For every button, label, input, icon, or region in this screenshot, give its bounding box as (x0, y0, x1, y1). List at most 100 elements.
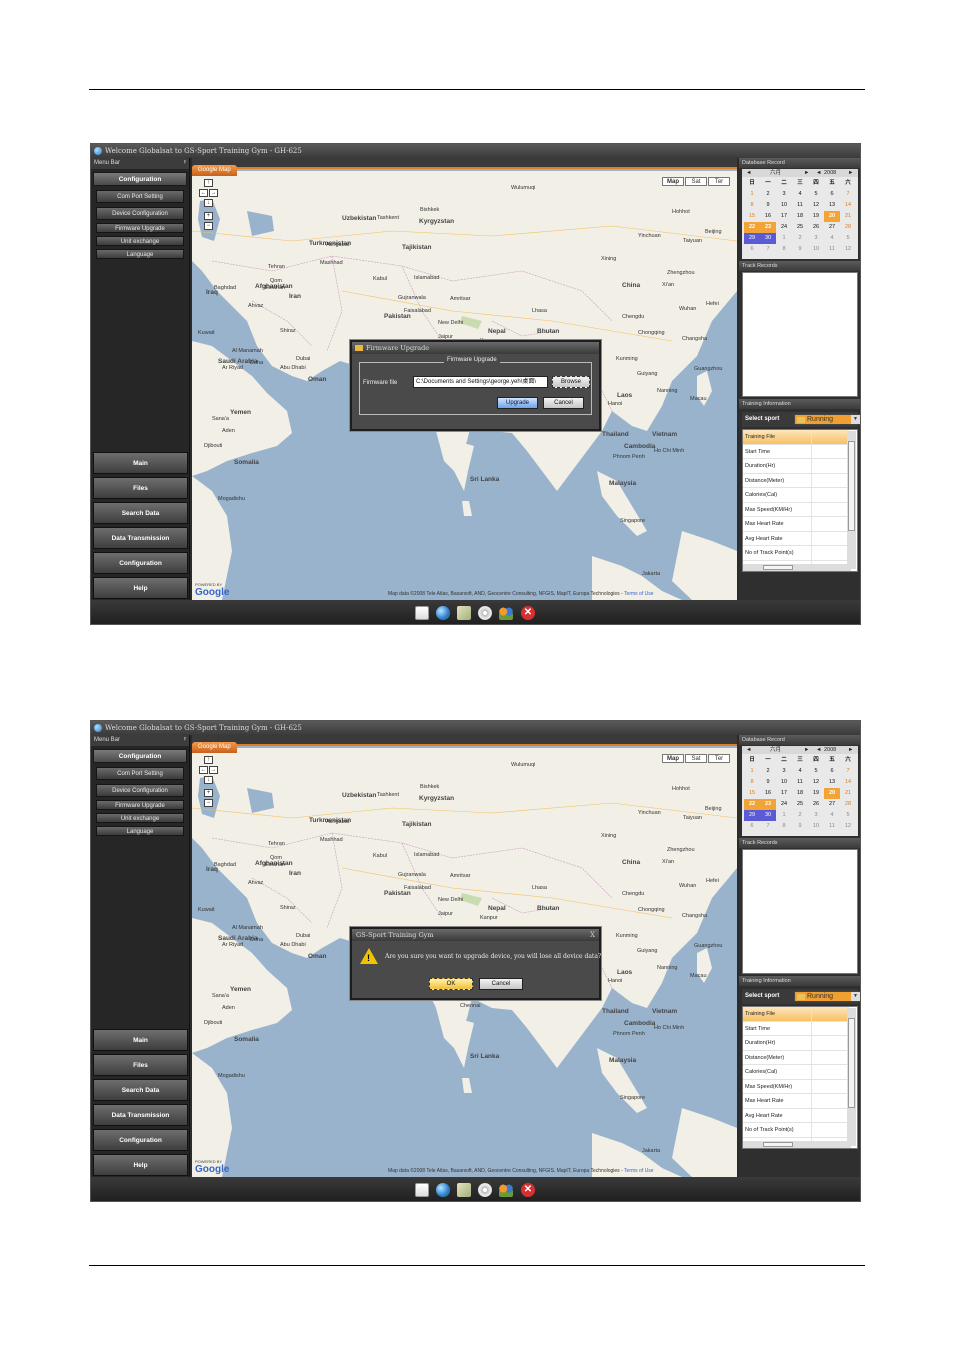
terms-of-use-link[interactable]: Terms of Use (624, 1168, 653, 1174)
calendar-day[interactable]: 12 (840, 244, 856, 255)
training-info-table[interactable]: Training File Start Time Duration(Hr) Di… (742, 1006, 858, 1149)
users-icon[interactable] (499, 1183, 513, 1197)
map-type-map-button[interactable]: Map (662, 754, 684, 763)
calendar-day[interactable]: 5 (808, 189, 824, 200)
terms-of-use-link[interactable]: Terms of Use (624, 591, 653, 597)
pin-icon[interactable]: ᵖ (184, 158, 186, 169)
calendar-day[interactable]: 25 (792, 222, 808, 233)
calendar-day[interactable]: 3 (808, 233, 824, 244)
table-row[interactable]: Calories(Cal) (743, 1065, 849, 1080)
calendar-day[interactable]: 9 (792, 244, 808, 255)
zoom-in-icon[interactable]: + (204, 789, 213, 797)
firmware-upgrade-button[interactable]: Firmware Upgrade (96, 223, 184, 233)
map-type-sat-button[interactable]: Sat (685, 754, 707, 763)
cancel-button[interactable]: Cancel (479, 978, 523, 990)
table-row[interactable]: Distance(Meter) (743, 1050, 849, 1065)
pan-down-icon[interactable]: ↓ (204, 199, 213, 207)
calendar-day[interactable]: 6 (824, 189, 840, 200)
track-records-list[interactable] (742, 272, 858, 397)
pan-up-icon[interactable]: ↑ (204, 179, 213, 187)
table-row[interactable]: Start Time (743, 444, 849, 459)
table-row[interactable]: Start Time (743, 1021, 849, 1036)
calendar-day[interactable]: 11 (792, 200, 808, 211)
calendar-day[interactable]: 21 (840, 788, 856, 799)
scroll-thumb[interactable] (763, 1142, 793, 1147)
calendar-day[interactable]: 5 (840, 810, 856, 821)
exit-icon[interactable]: ✕ (521, 606, 535, 620)
pan-right-icon[interactable]: → (209, 189, 218, 197)
calendar-day[interactable]: 18 (792, 211, 808, 222)
calendar-day[interactable]: 2 (760, 766, 776, 777)
calendar-day[interactable]: 12 (808, 200, 824, 211)
table-row[interactable]: Calories(Cal) (743, 488, 849, 503)
exit-icon[interactable]: ✕ (521, 1183, 535, 1197)
pan-left-icon[interactable]: ← (199, 766, 208, 774)
zoom-out-icon[interactable]: − (204, 222, 213, 230)
calendar-day[interactable]: 16 (760, 788, 776, 799)
pan-right-icon[interactable]: → (209, 766, 218, 774)
nav-main-button[interactable]: Main (93, 452, 188, 474)
calendar-day[interactable]: 6 (744, 244, 760, 255)
nav-data-transmission-button[interactable]: Data Transmission (93, 1104, 188, 1126)
table-row[interactable]: Avg Heart Rate (743, 1108, 849, 1123)
calendar-day[interactable]: 1 (776, 810, 792, 821)
calendar-day[interactable]: 18 (792, 788, 808, 799)
table-row[interactable]: Avg Heart Rate (743, 531, 849, 546)
calendar-day[interactable]: 15 (744, 788, 760, 799)
calendar-day[interactable]: 1 (776, 233, 792, 244)
vertical-scrollbar[interactable] (847, 431, 856, 569)
prev-month-icon[interactable]: ◄ (746, 169, 751, 177)
scroll-thumb[interactable] (763, 565, 793, 570)
calendar-day[interactable]: 11 (824, 244, 840, 255)
next-month-icon[interactable]: ► (804, 746, 809, 754)
nav-search-data-button[interactable]: Search Data (93, 502, 188, 524)
com-port-setting-button[interactable]: Com Port Setting (96, 190, 184, 203)
table-row[interactable]: Distance(Meter) (743, 473, 849, 488)
firmware-upgrade-button[interactable]: Firmware Upgrade (96, 800, 184, 810)
calendar-day[interactable]: 10 (776, 200, 792, 211)
prev-year-icon[interactable]: ◄ (816, 169, 821, 177)
calendar-day[interactable]: 30 (760, 810, 776, 821)
nav-configuration-button[interactable]: Configuration (93, 552, 188, 574)
calendar-day[interactable]: 9 (792, 821, 808, 832)
nav-help-button[interactable]: Help (93, 577, 188, 599)
scroll-thumb[interactable] (848, 441, 855, 531)
calendar-day[interactable]: 23 (760, 799, 776, 810)
training-info-table[interactable]: Training File Start Time Duration(Hr) Di… (742, 429, 858, 572)
calendar-day[interactable]: 10 (808, 244, 824, 255)
calendar-day[interactable]: 7 (840, 766, 856, 777)
calendar-day[interactable]: 26 (808, 222, 824, 233)
google-map-tab[interactable]: Google Map (192, 165, 237, 176)
zoom-in-icon[interactable]: + (204, 212, 213, 220)
calendar-day[interactable]: 6 (744, 821, 760, 832)
calendar-day[interactable]: 8 (744, 777, 760, 788)
nav-help-button[interactable]: Help (93, 1154, 188, 1176)
nav-files-button[interactable]: Files (93, 1054, 188, 1076)
calendar-day[interactable]: 14 (840, 777, 856, 788)
calendar-day[interactable]: 6 (824, 766, 840, 777)
calendar-day[interactable]: 7 (760, 821, 776, 832)
users-icon[interactable] (499, 606, 513, 620)
calendar-day[interactable]: 4 (792, 766, 808, 777)
device-configuration-button[interactable]: Device Configuration (96, 207, 184, 220)
calendar-day[interactable]: 8 (776, 244, 792, 255)
new-file-icon[interactable] (415, 606, 429, 620)
calendar-day[interactable]: 28 (840, 222, 856, 233)
calendar-day[interactable]: 22 (744, 222, 760, 233)
horizontal-scrollbar[interactable] (743, 564, 851, 571)
calendar-day[interactable]: 29 (744, 233, 760, 244)
pin-icon[interactable]: ᵖ (184, 735, 186, 746)
calendar-day[interactable]: 27 (824, 799, 840, 810)
calendar-day[interactable]: 10 (776, 777, 792, 788)
map-type-map-button[interactable]: Map (662, 177, 684, 186)
calendar-day[interactable]: 27 (824, 222, 840, 233)
table-row[interactable]: Training File (743, 1007, 849, 1022)
calendar-day[interactable]: 21 (840, 211, 856, 222)
calendar-day[interactable]: 4 (792, 189, 808, 200)
upgrade-button[interactable]: Upgrade (497, 397, 538, 409)
table-row[interactable]: Max Speed(KM/Hr) (743, 502, 849, 517)
map-icon[interactable] (457, 1183, 471, 1197)
calendar-day[interactable]: 16 (760, 211, 776, 222)
calendar-day[interactable]: 4 (824, 810, 840, 821)
calendar-day[interactable]: 7 (840, 189, 856, 200)
